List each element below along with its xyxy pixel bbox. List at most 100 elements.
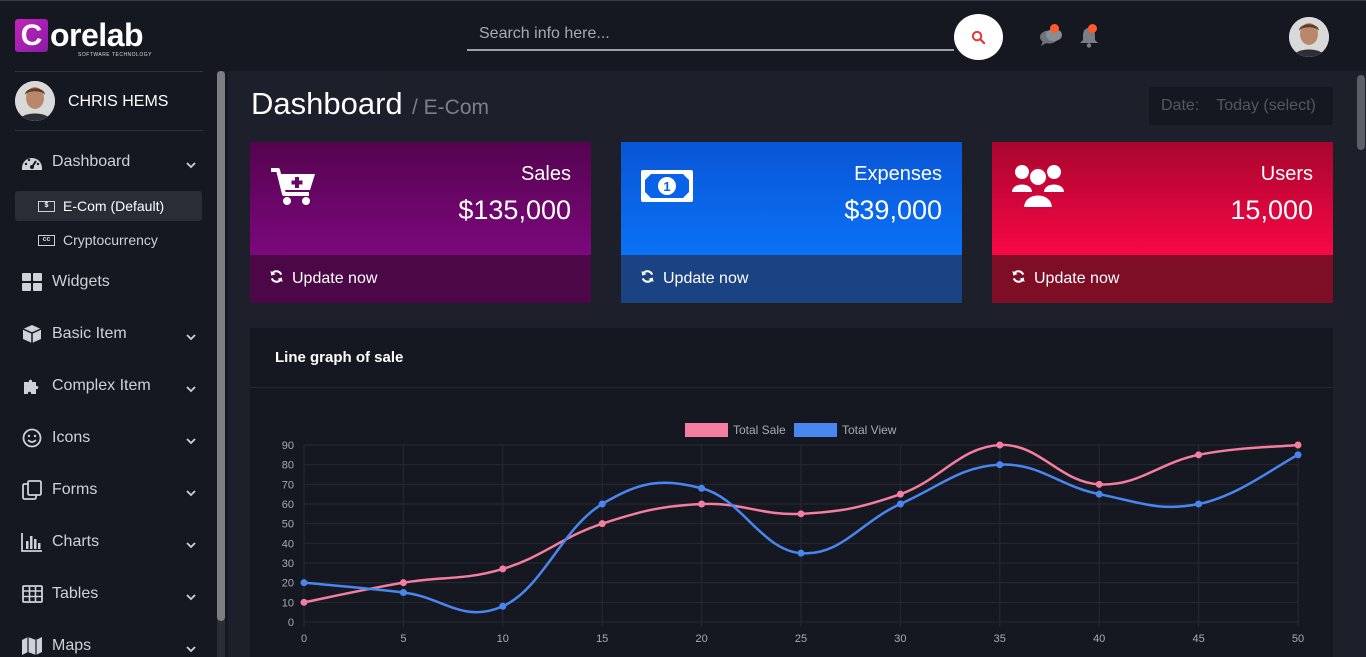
top-bar: C orelab SOFTWARE TECHNOLOGY bbox=[0, 0, 1366, 71]
page-scrollbar-thumb[interactable] bbox=[1357, 75, 1365, 150]
update-now-label: Update now bbox=[1034, 270, 1120, 287]
users-icon bbox=[1011, 160, 1065, 215]
chevron-down-icon bbox=[186, 484, 196, 502]
data-point bbox=[598, 520, 606, 528]
data-point bbox=[1294, 441, 1302, 449]
sidebar-profile[interactable]: CHRIS HEMS bbox=[15, 71, 203, 131]
breadcrumb: / E-Com bbox=[412, 96, 490, 119]
sidebar-item-label: Maps bbox=[52, 637, 92, 654]
sales-card: Sales $135,000 Update now bbox=[250, 142, 591, 303]
date-label: Date: bbox=[1161, 97, 1200, 114]
sidebar-subitem-cryptocurrency[interactable]: cc Cryptocurrency bbox=[15, 225, 202, 255]
notifications-button[interactable] bbox=[1077, 24, 1103, 49]
search-icon bbox=[971, 30, 986, 44]
chevron-down-icon bbox=[186, 432, 196, 450]
legend-swatch bbox=[685, 423, 728, 437]
y-tick-label: 10 bbox=[282, 597, 294, 609]
update-now-label: Update now bbox=[663, 270, 749, 287]
sidebar-item-label: Tables bbox=[52, 585, 99, 602]
y-tick-label: 50 bbox=[282, 519, 294, 531]
bar-chart-icon bbox=[20, 531, 44, 553]
card-body: Users 15,000 bbox=[992, 142, 1333, 255]
data-point bbox=[996, 441, 1004, 449]
y-tick-label: 20 bbox=[282, 578, 294, 590]
money-bill-icon: 1 bbox=[640, 168, 694, 209]
data-point bbox=[399, 579, 407, 587]
update-now-button[interactable]: Update now bbox=[250, 255, 591, 303]
cube-icon bbox=[20, 323, 44, 345]
avatar bbox=[15, 81, 55, 121]
x-tick-label: 5 bbox=[400, 633, 406, 645]
messages-button[interactable] bbox=[1039, 24, 1065, 49]
sidebar-item-icons[interactable]: Icons bbox=[20, 423, 200, 453]
data-point bbox=[399, 589, 407, 596]
puzzle-icon bbox=[20, 375, 44, 397]
data-point bbox=[797, 510, 805, 518]
y-tick-label: 30 bbox=[282, 558, 294, 570]
legend-swatch bbox=[794, 423, 837, 437]
date-value: Today (select) bbox=[1216, 97, 1316, 114]
sales-chart-panel: Line graph of sale 0 10 20 30 40 50 60 70 80 90 0 5… bbox=[250, 328, 1333, 657]
data-point bbox=[1195, 500, 1203, 508]
sidebar-item-label: Icons bbox=[52, 429, 91, 446]
users-card: Users 15,000 Update now bbox=[992, 142, 1333, 303]
y-tick-label: 80 bbox=[282, 460, 294, 472]
x-tick-label: 10 bbox=[497, 633, 509, 645]
cart-plus-icon bbox=[269, 166, 317, 213]
avatar-image bbox=[15, 81, 55, 121]
update-now-button[interactable]: Update now bbox=[992, 255, 1333, 303]
legend-label: Total View bbox=[842, 423, 897, 437]
x-tick-label: 15 bbox=[596, 633, 608, 645]
data-point bbox=[797, 549, 805, 557]
update-now-button[interactable]: Update now bbox=[621, 255, 962, 303]
sidebar-item-label: Widgets bbox=[52, 273, 110, 290]
sidebar-item-widgets[interactable]: Widgets bbox=[20, 267, 200, 297]
card-label: Users bbox=[1260, 163, 1313, 185]
messages-badge bbox=[1050, 24, 1059, 33]
y-tick-label: 40 bbox=[282, 538, 294, 550]
sidebar-item-forms[interactable]: Forms bbox=[20, 475, 200, 505]
chart-title: Line graph of sale bbox=[275, 349, 404, 366]
page-scrollbar-track[interactable] bbox=[1356, 71, 1366, 657]
data-point bbox=[300, 579, 308, 587]
refresh-icon bbox=[269, 269, 284, 289]
sidebar-item-complex[interactable]: Complex Item bbox=[20, 371, 200, 401]
y-tick-label: 90 bbox=[282, 440, 294, 452]
table-icon bbox=[20, 583, 44, 605]
user-avatar[interactable] bbox=[1289, 17, 1329, 57]
x-tick-label: 0 bbox=[301, 633, 307, 645]
expenses-card: 1 Expenses $39,000 Update now bbox=[621, 142, 962, 303]
sidebar-item-charts[interactable]: Charts bbox=[20, 527, 200, 557]
sidebar-subitem-label: Cryptocurrency bbox=[63, 232, 158, 248]
sidebar-item-label: Complex Item bbox=[52, 377, 151, 394]
search-button[interactable] bbox=[954, 14, 1003, 60]
logo-text: orelab bbox=[50, 17, 144, 53]
sidebar: CHRIS HEMS Dashboard $ E-Com (Default) c… bbox=[0, 71, 228, 657]
refresh-icon bbox=[640, 269, 655, 289]
logo-mark: C bbox=[15, 19, 48, 52]
sidebar-subitem-label: E-Com (Default) bbox=[63, 198, 165, 214]
data-point bbox=[300, 598, 308, 606]
sidebar-scrollbar-thumb[interactable] bbox=[217, 71, 225, 621]
sidebar-item-dashboard[interactable]: Dashboard bbox=[20, 147, 200, 177]
x-tick-label: 50 bbox=[1292, 633, 1304, 645]
update-now-label: Update now bbox=[292, 270, 378, 287]
refresh-icon bbox=[1011, 269, 1026, 289]
data-point bbox=[499, 602, 507, 610]
forms-icon bbox=[20, 479, 44, 501]
y-tick-label: 70 bbox=[282, 479, 294, 491]
sidebar-subitem-ecom[interactable]: $ E-Com (Default) bbox=[15, 191, 202, 221]
date-selector[interactable]: Date: Today (select) bbox=[1149, 87, 1333, 125]
search-bar bbox=[467, 14, 1003, 60]
sidebar-item-tables[interactable]: Tables bbox=[20, 579, 200, 609]
card-body: 1 Expenses $39,000 bbox=[621, 142, 962, 255]
search-input[interactable] bbox=[467, 19, 954, 51]
x-tick-label: 25 bbox=[795, 633, 807, 645]
card-label: Sales bbox=[520, 163, 571, 185]
sidebar-item-basic[interactable]: Basic Item bbox=[20, 319, 200, 349]
y-tick-label: 60 bbox=[282, 499, 294, 511]
brand-logo[interactable]: C orelab SOFTWARE TECHNOLOGY bbox=[15, 16, 165, 62]
sidebar-item-maps[interactable]: Maps bbox=[20, 631, 200, 657]
card-value: $39,000 bbox=[844, 195, 942, 225]
svg-text:1: 1 bbox=[663, 179, 670, 194]
